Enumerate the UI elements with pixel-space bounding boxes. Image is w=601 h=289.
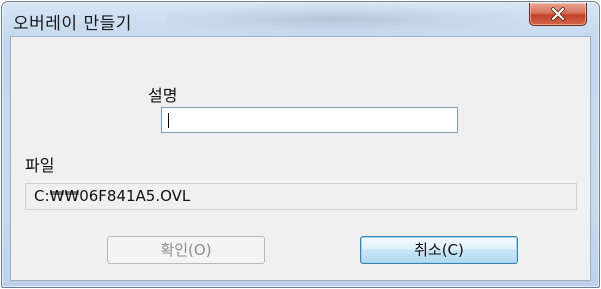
text-caret bbox=[168, 113, 169, 128]
description-input[interactable] bbox=[161, 107, 458, 133]
close-button[interactable] bbox=[529, 3, 587, 26]
window-title: 오버레이 만들기 bbox=[13, 14, 132, 34]
overlay-dialog-window: 오버레이 만들기 설명 파일 C:₩₩06F841A5.OVL 확인(O) 취소… bbox=[1, 1, 600, 288]
title-bar-glass bbox=[167, 4, 537, 34]
title-bar[interactable]: 오버레이 만들기 bbox=[2, 2, 599, 37]
file-label: 파일 bbox=[25, 156, 55, 175]
dialog-content: 설명 파일 C:₩₩06F841A5.OVL 확인(O) 취소(C) bbox=[10, 36, 591, 281]
ok-button[interactable]: 확인(O) bbox=[107, 236, 265, 264]
description-label: 설명 bbox=[148, 86, 178, 105]
close-icon bbox=[551, 7, 565, 21]
file-path-field: C:₩₩06F841A5.OVL bbox=[25, 183, 577, 210]
cancel-button[interactable]: 취소(C) bbox=[360, 236, 518, 264]
